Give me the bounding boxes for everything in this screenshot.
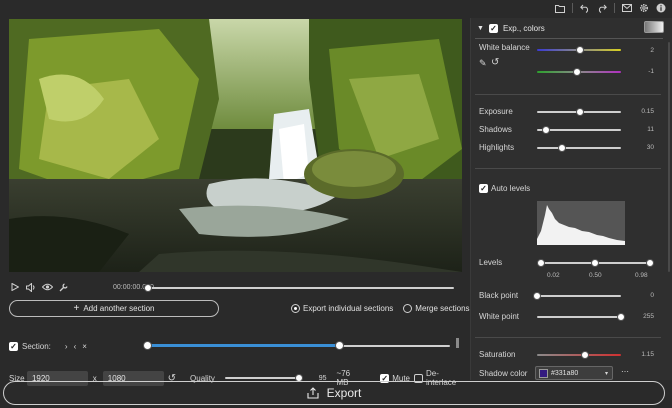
eye-icon[interactable] xyxy=(41,281,53,293)
saturation-value: 1.15 xyxy=(641,351,654,358)
panel-header[interactable]: ▼ ✓ Exp., colors xyxy=(477,22,667,34)
timeline-track[interactable] xyxy=(148,287,454,289)
shadow-color-swatch xyxy=(539,368,548,378)
levels-label: Levels xyxy=(479,258,503,267)
export-icon xyxy=(307,387,319,399)
editor-area: 00:00:00.000 + Add another section Expor… xyxy=(0,18,470,387)
folder-icon[interactable] xyxy=(555,3,565,13)
section-end-handle[interactable] xyxy=(335,341,344,350)
radio-merge-sections[interactable]: Merge sections xyxy=(403,304,470,314)
section-back-icon[interactable]: ‹ xyxy=(74,342,77,351)
toolbar-divider xyxy=(614,3,615,13)
remove-section-icon[interactable]: × xyxy=(82,342,87,351)
quality-track xyxy=(224,377,299,379)
info-icon[interactable] xyxy=(656,3,666,13)
plus-icon: + xyxy=(73,303,80,314)
panel-scrollbar[interactable] xyxy=(668,42,670,272)
black-point-track[interactable] xyxy=(537,295,621,297)
add-section-label: Add another section xyxy=(83,304,155,313)
export-button[interactable]: Export xyxy=(3,381,665,405)
exposure-label: Exposure xyxy=(479,107,513,116)
shadow-color-picker[interactable]: #331a80 ▾ xyxy=(535,366,613,380)
exposure-knob[interactable] xyxy=(576,108,584,116)
timeline-playhead[interactable] xyxy=(144,284,152,292)
video-preview[interactable] xyxy=(9,19,462,272)
exp-colors-checkbox[interactable]: ✓ xyxy=(488,23,498,33)
shadow-color-value: #331a80 xyxy=(551,369,579,377)
section-label: Section: xyxy=(22,341,51,351)
adjustments-panel: ▼ ✓ Exp., colors White balance 2 ✎ ↺ -1 … xyxy=(470,18,672,380)
redo-icon[interactable] xyxy=(597,3,607,13)
section-divider xyxy=(475,94,661,95)
auto-levels-checkbox[interactable]: ✓ xyxy=(479,184,488,193)
add-section-button[interactable]: + Add another section xyxy=(9,300,219,317)
undo-icon[interactable] xyxy=(580,3,590,13)
levels-mid-value: 0.50 xyxy=(589,272,602,279)
eyedropper-icon[interactable]: ✎ xyxy=(479,58,487,69)
highlights-knob[interactable] xyxy=(558,144,566,152)
levels-mid-knob[interactable] xyxy=(591,259,599,267)
preset-swatch[interactable] xyxy=(644,21,664,33)
section-start-handle[interactable] xyxy=(143,341,152,350)
section-range-selected xyxy=(148,344,339,347)
collapse-arrow-icon[interactable]: ▼ xyxy=(477,25,484,32)
shadows-label: Shadows xyxy=(479,125,512,134)
more-options-icon[interactable]: ⋯ xyxy=(621,367,629,376)
top-toolbar xyxy=(0,0,672,18)
shadows-value: 11 xyxy=(647,126,654,133)
gear-icon[interactable] xyxy=(639,3,649,13)
section-checkbox[interactable]: ✓ xyxy=(9,341,18,351)
shadows-knob[interactable] xyxy=(542,126,550,134)
wb-tint-value: -1 xyxy=(648,68,654,75)
shadow-color-label: Shadow color xyxy=(479,369,528,378)
wb-temperature-value: 2 xyxy=(650,47,654,54)
white-point-label: White point xyxy=(479,312,520,321)
levels-low-knob[interactable] xyxy=(537,259,545,267)
export-label: Export xyxy=(326,386,362,400)
panel-title: Exp., colors xyxy=(502,23,545,33)
saturation-knob[interactable] xyxy=(581,351,589,359)
histogram xyxy=(537,201,625,245)
white-point-track[interactable] xyxy=(537,316,621,318)
section-scroll-indicator xyxy=(456,338,459,348)
toolbar-divider xyxy=(572,3,573,13)
radio-indicator xyxy=(403,304,413,314)
chevron-down-icon: ▾ xyxy=(604,370,608,377)
highlights-value: 30 xyxy=(646,144,654,151)
white-point-value: 255 xyxy=(643,313,654,320)
saturation-label: Saturation xyxy=(479,350,516,359)
wb-temperature-knob[interactable] xyxy=(576,46,584,54)
black-point-knob[interactable] xyxy=(533,292,541,300)
section-split-icon[interactable]: › xyxy=(65,342,68,351)
histogram-graph xyxy=(537,205,625,245)
highlights-track[interactable] xyxy=(537,147,621,149)
levels-low-value: 0.02 xyxy=(547,272,560,279)
black-point-label: Black point xyxy=(479,291,519,300)
levels-high-knob[interactable] xyxy=(646,259,654,267)
volume-icon[interactable] xyxy=(25,281,37,293)
exposure-value: 0.15 xyxy=(641,108,654,115)
black-point-value: 0 xyxy=(650,292,654,299)
levels-high-value: 0.98 xyxy=(635,272,648,279)
section-export-mode: Export individual sections Merge section… xyxy=(291,304,470,314)
saturation-track[interactable] xyxy=(537,354,621,356)
mail-icon[interactable] xyxy=(622,3,632,13)
highlights-label: Highlights xyxy=(479,143,515,152)
play-icon[interactable] xyxy=(9,281,21,293)
wb-tint-knob[interactable] xyxy=(573,68,581,76)
wrench-icon[interactable] xyxy=(57,281,69,293)
section-divider xyxy=(475,337,661,338)
white-point-knob[interactable] xyxy=(617,313,625,321)
radio-export-individual[interactable]: Export individual sections xyxy=(291,304,393,314)
header-divider xyxy=(475,38,663,39)
section-divider xyxy=(475,168,661,169)
reset-wb-icon[interactable]: ↺ xyxy=(491,57,499,68)
white-balance-label: White balance xyxy=(479,43,530,52)
radio-indicator xyxy=(291,304,300,314)
auto-levels-label: Auto levels xyxy=(491,184,531,193)
